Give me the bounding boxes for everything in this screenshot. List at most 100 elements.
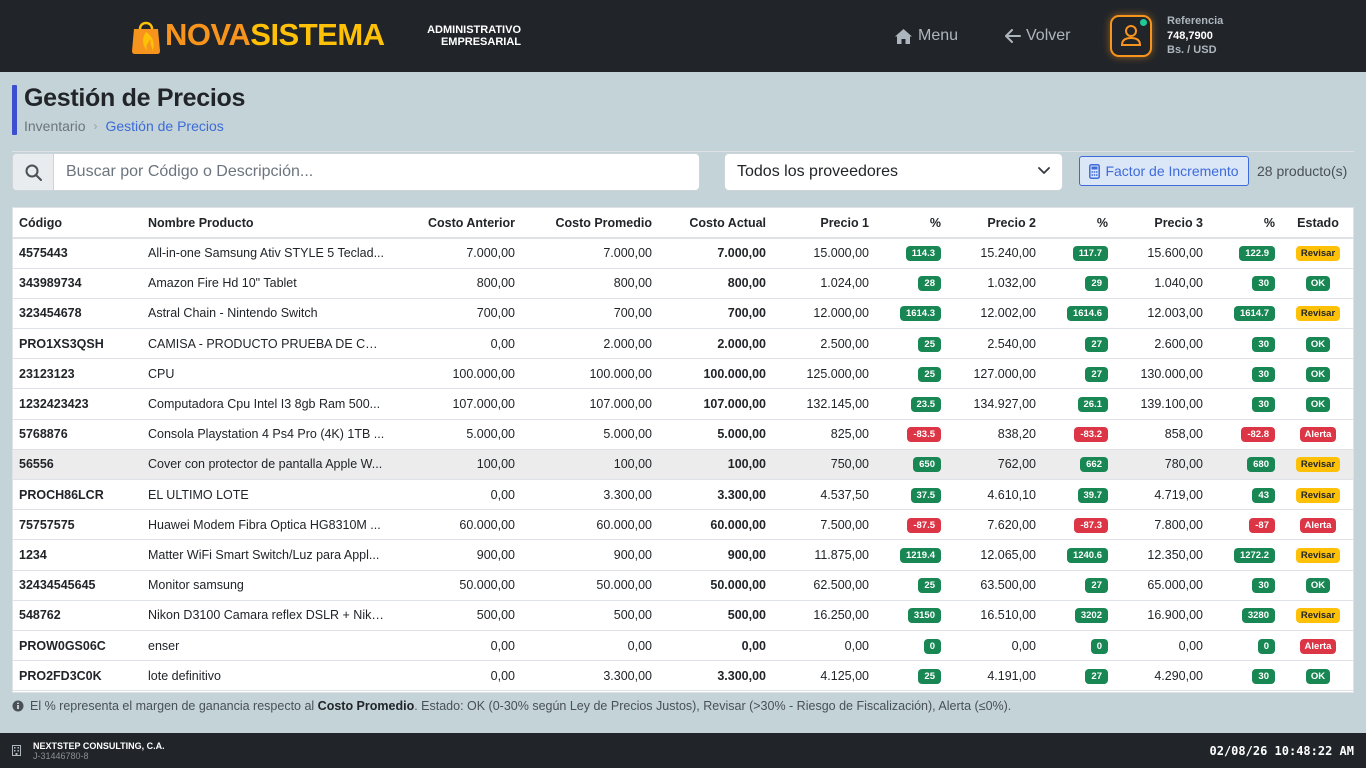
table-row[interactable]: 5768876 Consola Playstation 4 Ps4 Pro (4K… (13, 419, 1353, 450)
cell-p1: 125.000,00 (772, 358, 875, 390)
col-header-pct-2[interactable]: % (1042, 208, 1114, 239)
cell-p2: 838,20 (947, 419, 1042, 450)
table-row[interactable]: 56556 Cover con protector de pantalla App… (13, 449, 1353, 481)
prices-table-container: Código Nombre Producto Costo Anterior Co… (12, 207, 1354, 693)
cell-pct2: 39.7 (1042, 479, 1114, 511)
margin-badge: -87.3 (1074, 517, 1108, 533)
margin-badge: 25 (918, 578, 941, 594)
margin-badge: 1219.4 (899, 547, 941, 563)
cell-p2: 12.065,00 (947, 539, 1042, 571)
table-row[interactable]: 1232423423 Computadora Cpu Intel I3 8gb R… (13, 388, 1353, 420)
cell-pct3: 30 (1209, 268, 1281, 299)
cell-p1: 4.537,50 (772, 479, 875, 511)
cell-pct3: 30 (1209, 328, 1281, 360)
margin-badge: 27 (1085, 366, 1108, 382)
cell-cost-cur: 800,00 (658, 268, 772, 299)
cell-code: 343989734 (13, 268, 142, 299)
cell-cost-avg: 900,00 (521, 539, 658, 571)
cell-status: OK (1281, 268, 1353, 299)
cell-pct1: 25 (875, 660, 947, 692)
cell-cost-cur: 107.000,00 (658, 388, 772, 420)
footnote: El % representa el margen de ganancia re… (12, 699, 1011, 713)
cell-pct3: 3280 (1209, 600, 1281, 631)
increment-factor-button[interactable]: Factor de Incremento (1079, 156, 1249, 186)
margin-badge: -82.8 (1241, 427, 1275, 443)
search-input[interactable] (54, 154, 699, 190)
col-header-precio-3[interactable]: Precio 3 (1114, 208, 1209, 239)
table-row[interactable]: 75757575 Huawei Modem Fibra Optica HG8310… (13, 509, 1353, 541)
cell-code: 1232423423 (13, 388, 142, 420)
table-row[interactable]: PROW0GS06C enser 0,00 0,00 0,00 0,00 0 0,00 0 0,0… (13, 630, 1353, 662)
cell-p2: 1.032,00 (947, 268, 1042, 299)
table-row[interactable]: PRO2FD3C0K lote definitivo 0,00 3.300,00 3.3… (13, 660, 1353, 692)
col-header-pct-3[interactable]: % (1209, 208, 1281, 239)
menu-button[interactable]: Menu (894, 24, 958, 48)
cell-pct1: 28 (875, 268, 947, 299)
margin-badge: -87.5 (907, 517, 941, 533)
margin-badge: 26.1 (1077, 397, 1108, 413)
cell-cost-avg: 7.000,00 (521, 238, 658, 269)
cell-pct3: 680 (1209, 449, 1281, 481)
cell-cost-avg: 100,00 (521, 449, 658, 481)
search-group (12, 153, 700, 191)
col-header-costo-promedio[interactable]: Costo Promedio (521, 208, 658, 239)
cell-p2: 15.240,00 (947, 238, 1042, 269)
user-avatar[interactable] (1110, 15, 1152, 57)
margin-badge: 1272.2 (1233, 547, 1275, 563)
cell-cost-cur: 7.000,00 (658, 238, 772, 269)
cell-pct2: 662 (1042, 449, 1114, 481)
cell-pct1: 25 (875, 570, 947, 601)
cell-cost-prev: 100,00 (391, 449, 521, 481)
cell-cost-cur: 50.000,00 (658, 570, 772, 601)
table-row[interactable]: 343989734 Amazon Fire Hd 10" Tablet 800,00… (13, 268, 1353, 299)
table-row[interactable]: 32434545645 Monitor samsung 50.000,00 50.00… (13, 570, 1353, 601)
status-badge: Alerta (1299, 638, 1337, 654)
cell-pct1: 23.5 (875, 388, 947, 420)
table-row[interactable]: 323454678 Astral Chain - Nintendo Switch 7… (13, 298, 1353, 330)
home-icon (895, 28, 912, 44)
col-header-costo-anterior[interactable]: Costo Anterior (391, 208, 521, 239)
col-header-pct-1[interactable]: % (875, 208, 947, 239)
margin-badge: 30 (1252, 366, 1275, 382)
supplier-select[interactable]: Todos los proveedores (724, 153, 1063, 191)
cell-pct3: 30 (1209, 660, 1281, 692)
col-header-costo-actual[interactable]: Costo Actual (658, 208, 772, 239)
status-badge: Revisar (1295, 457, 1341, 473)
brand-subtitle-line1: ADMINISTRATIVO (427, 24, 521, 36)
table-row[interactable]: PROCH86LCR EL ULTIMO LOTE 0,00 3.300,00 3.30… (13, 479, 1353, 511)
cell-name: Consola Playstation 4 Ps4 Pro (4K) 1TB .… (142, 419, 391, 450)
margin-badge: 29 (1085, 276, 1108, 292)
col-header-codigo[interactable]: Código (13, 208, 142, 239)
table-row[interactable]: 4575443 All-in-one Samsung Ativ STYLE 5 T… (13, 238, 1353, 269)
col-header-nombre[interactable]: Nombre Producto (142, 208, 391, 239)
cell-status: Revisar (1281, 449, 1353, 481)
cell-p3: 16.900,00 (1114, 600, 1209, 631)
cell-status: Alerta (1281, 419, 1353, 450)
breadcrumb-item-inventario[interactable]: Inventario (24, 118, 85, 134)
col-header-precio-2[interactable]: Precio 2 (947, 208, 1042, 239)
cell-status: OK (1281, 328, 1353, 360)
cell-pct2: -83.2 (1042, 419, 1114, 450)
col-header-precio-1[interactable]: Precio 1 (772, 208, 875, 239)
reference-label: Referencia (1167, 15, 1224, 27)
search-icon (25, 164, 42, 181)
back-button[interactable]: Volver (1005, 24, 1070, 48)
cell-pct3: 30 (1209, 570, 1281, 601)
table-row[interactable]: 1234 Matter WiFi Smart Switch/Luz para Ap… (13, 539, 1353, 571)
table-row[interactable]: PRO1XS3QSH CAMISA - PRODUCTO PRUEBA DE CO… (13, 328, 1353, 360)
supplier-select-value: Todos los proveedores (737, 163, 898, 180)
cell-p2: 4.610,10 (947, 479, 1042, 511)
datetime-clock: 02/08/26 10:48:22 AM (1209, 744, 1355, 758)
reference-value: 748,7900 (1167, 29, 1213, 42)
table-row[interactable]: 23123123 CPU 100.000,00 100.000,00 100.000,0… (13, 358, 1353, 390)
cell-cost-prev: 100.000,00 (391, 358, 521, 390)
brand-logo[interactable]: NOVASISTEMA (165, 15, 385, 55)
col-header-estado[interactable]: Estado (1281, 208, 1353, 239)
cell-p3: 780,00 (1114, 449, 1209, 481)
cell-code: 323454678 (13, 298, 142, 330)
cell-name: Amazon Fire Hd 10" Tablet (142, 268, 391, 299)
table-row[interactable]: 548762 Nikon D3100 Camara reflex DSLR + N… (13, 600, 1353, 631)
margin-badge: -83.2 (1074, 427, 1108, 443)
margin-badge: 30 (1252, 276, 1275, 292)
cell-cost-avg: 100.000,00 (521, 358, 658, 390)
